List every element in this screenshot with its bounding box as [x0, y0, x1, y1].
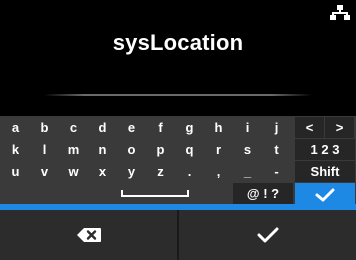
key-g[interactable]: g: [175, 117, 204, 138]
key-v[interactable]: v: [30, 161, 59, 182]
key-z[interactable]: z: [146, 161, 175, 182]
key-n[interactable]: n: [88, 139, 117, 160]
space-bar-icon: [121, 190, 189, 197]
key-underscore[interactable]: _: [233, 161, 262, 182]
key-a[interactable]: a: [1, 117, 30, 138]
key-w[interactable]: w: [59, 161, 88, 182]
key-u[interactable]: u: [1, 161, 30, 182]
key-j[interactable]: j: [262, 117, 291, 138]
on-screen-keyboard: a b c d e f g h i j < > k l m n o p q r …: [0, 116, 356, 204]
key-p[interactable]: p: [146, 139, 175, 160]
key-e[interactable]: e: [117, 117, 146, 138]
key-h[interactable]: h: [204, 117, 233, 138]
input-underline: [44, 94, 312, 96]
key-y[interactable]: y: [117, 161, 146, 182]
enter-key[interactable]: [295, 183, 355, 204]
key-r[interactable]: r: [204, 139, 233, 160]
space-key[interactable]: [95, 183, 215, 204]
checkmark-icon: [315, 188, 335, 202]
key-m[interactable]: m: [59, 139, 88, 160]
cursor-left-key[interactable]: <: [295, 117, 324, 138]
key-period[interactable]: .: [175, 161, 204, 182]
key-o[interactable]: o: [117, 139, 146, 160]
key-c[interactable]: c: [59, 117, 88, 138]
page-title: sysLocation: [112, 30, 244, 55]
network-icon: [330, 5, 350, 20]
key-hyphen[interactable]: -: [262, 161, 291, 182]
footer-bar: [0, 210, 356, 260]
shift-key[interactable]: Shift: [295, 161, 355, 182]
key-s[interactable]: s: [233, 139, 262, 160]
numeric-mode-key[interactable]: 1 2 3: [295, 139, 355, 160]
key-d[interactable]: d: [88, 117, 117, 138]
key-f[interactable]: f: [146, 117, 175, 138]
key-comma[interactable]: ,: [204, 161, 233, 182]
header: sysLocation: [0, 0, 356, 70]
confirm-button[interactable]: [179, 210, 356, 260]
symbols-key[interactable]: @ ! ?: [233, 183, 293, 204]
key-l[interactable]: l: [30, 139, 59, 160]
backspace-button[interactable]: [0, 210, 177, 260]
key-i[interactable]: i: [233, 117, 262, 138]
cursor-right-key[interactable]: >: [325, 117, 354, 138]
key-t[interactable]: t: [262, 139, 291, 160]
key-x[interactable]: x: [88, 161, 117, 182]
checkmark-icon: [257, 227, 278, 243]
backspace-icon: [76, 228, 101, 242]
key-b[interactable]: b: [30, 117, 59, 138]
key-k[interactable]: k: [1, 139, 30, 160]
text-input-area[interactable]: [0, 70, 356, 116]
key-q[interactable]: q: [175, 139, 204, 160]
